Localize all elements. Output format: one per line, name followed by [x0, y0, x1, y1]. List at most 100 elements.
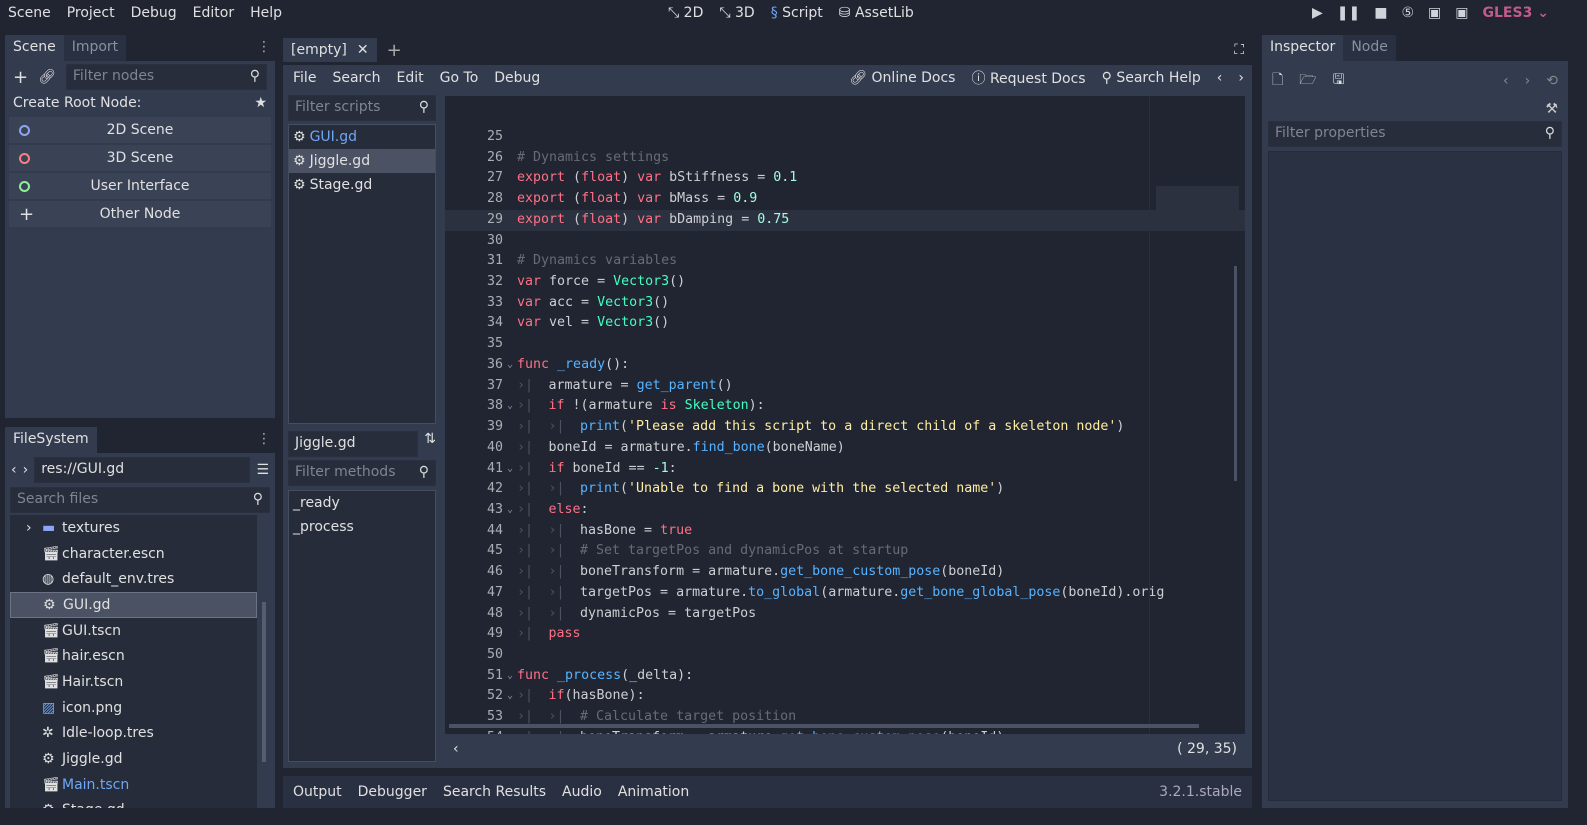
- menu-project[interactable]: Project: [59, 5, 123, 21]
- forward-icon[interactable]: ›: [1525, 73, 1531, 89]
- menu-editor[interactable]: Editor: [185, 5, 242, 21]
- add-tab-icon[interactable]: +: [387, 40, 402, 61]
- search-icon: ⚲: [249, 68, 260, 84]
- filter-nodes-input[interactable]: Filter nodes ⚲: [65, 64, 267, 90]
- script-item[interactable]: ⚙ Jiggle.gd: [289, 149, 435, 173]
- file-item[interactable]: 🎬︎ Hair.tscn: [10, 669, 257, 695]
- tab-filesystem[interactable]: FileSystem: [5, 427, 97, 453]
- create-root-button[interactable]: 3D Scene: [9, 145, 271, 171]
- file-item[interactable]: 🎬︎ character.escn: [10, 541, 257, 567]
- new-resource-icon[interactable]: 🗋︎: [1272, 69, 1283, 93]
- minimap[interactable]: [1149, 96, 1245, 734]
- scrollbar[interactable]: [262, 602, 266, 762]
- forward-icon[interactable]: ›: [23, 462, 29, 478]
- file-item[interactable]: ▨ icon.png: [10, 695, 257, 721]
- play-scene-icon[interactable]: ▣: [1428, 5, 1441, 21]
- tab-indent-icon: ›|: [517, 605, 534, 621]
- back-icon[interactable]: ‹: [1503, 73, 1509, 89]
- tab-debugger[interactable]: Debugger: [358, 784, 427, 800]
- play-custom-scene-icon[interactable]: ▣: [1455, 5, 1468, 21]
- add-node-icon[interactable]: +: [13, 67, 28, 88]
- tab-node[interactable]: Node: [1343, 35, 1396, 61]
- split-view-icon[interactable]: ☰: [256, 462, 269, 478]
- tab-animation[interactable]: Animation: [618, 784, 689, 800]
- prev-script-icon[interactable]: ‹: [1209, 70, 1231, 86]
- create-root-button[interactable]: 2D Scene: [9, 117, 271, 143]
- menu-goto[interactable]: Go To: [432, 70, 487, 86]
- tools-icon[interactable]: ⚒: [1262, 101, 1568, 121]
- pause-icon[interactable]: ❚❚: [1337, 5, 1360, 21]
- create-root-button[interactable]: + Other Node: [9, 201, 271, 227]
- path-field[interactable]: res://GUI.gd: [34, 457, 251, 483]
- tab-scene[interactable]: Scene: [5, 35, 64, 61]
- tab-audio[interactable]: Audio: [562, 784, 602, 800]
- menu-search[interactable]: Search: [324, 70, 388, 86]
- fold-gutter: [503, 541, 517, 562]
- code-token: ): [1116, 419, 1125, 435]
- file-item[interactable]: ⚙ GUI.gd: [10, 592, 257, 618]
- sort-icon[interactable]: ⇅: [424, 431, 436, 457]
- fold-gutter: [503, 231, 517, 252]
- line-number: 42: [486, 481, 503, 497]
- tab-import[interactable]: Import: [63, 35, 127, 61]
- fold-arrow-icon: ⌄: [506, 462, 514, 474]
- tab-output[interactable]: Output: [293, 784, 342, 800]
- filter-scripts-input[interactable]: Filter scripts ⚲: [288, 95, 436, 121]
- file-item[interactable]: 🎬︎ hair.escn: [10, 643, 257, 669]
- method-item[interactable]: _process: [289, 515, 435, 539]
- open-folder-icon[interactable]: 🗁︎: [1299, 69, 1316, 93]
- search-files-input[interactable]: Search files ⚲: [10, 487, 270, 513]
- online-docs-link[interactable]: 🔗︎ Online Docs: [841, 70, 963, 86]
- filter-properties-input[interactable]: Filter properties ⚲: [1268, 121, 1562, 147]
- line-number: 49: [486, 626, 503, 642]
- link-icon[interactable]: 🔗︎: [38, 69, 56, 85]
- stop-icon[interactable]: ■: [1374, 5, 1387, 21]
- next-script-icon[interactable]: ›: [1230, 70, 1252, 86]
- code-text: ›| boneId = armature.find_bone(boneName): [517, 438, 845, 459]
- mode-script[interactable]: § Script: [771, 5, 823, 21]
- history-icon[interactable]: ⟲: [1546, 73, 1558, 89]
- filter-methods-input[interactable]: Filter methods ⚲: [288, 460, 436, 486]
- create-root-button[interactable]: User Interface: [9, 173, 271, 199]
- mode-3d[interactable]: ⤡ 3D: [719, 5, 754, 21]
- favorite-star-icon[interactable]: ★: [254, 95, 267, 111]
- menu-dots-icon[interactable]: ⋮: [253, 35, 275, 61]
- tab-inspector[interactable]: Inspector: [1262, 35, 1344, 61]
- file-item[interactable]: 🎬︎ Main.tscn: [10, 772, 257, 798]
- menu-file[interactable]: File: [285, 70, 324, 86]
- vertical-scrollbar[interactable]: [1234, 266, 1237, 481]
- file-item[interactable]: › ▬ textures: [10, 515, 257, 541]
- code-token: ): [621, 170, 638, 186]
- horizontal-scrollbar[interactable]: [449, 724, 1199, 728]
- renderer-select[interactable]: GLES3 ⌄: [1483, 5, 1549, 21]
- scene-tab-empty[interactable]: [empty] ✕: [283, 38, 377, 62]
- request-docs-link[interactable]: ⓘ Request Docs: [963, 68, 1093, 88]
- play-icon[interactable]: ▶: [1312, 5, 1323, 21]
- file-item[interactable]: ⚙ Jiggle.gd: [10, 746, 257, 772]
- method-item[interactable]: _ready: [289, 491, 435, 515]
- code-editor[interactable]: 25 26 # Dynamics settings 27 export (float) …: [445, 96, 1245, 734]
- file-item[interactable]: 🎬︎ GUI.tscn: [10, 618, 257, 644]
- collapse-icon[interactable]: ‹: [453, 741, 459, 757]
- script-item[interactable]: ⚙ GUI.gd: [289, 125, 435, 149]
- menu-dots-icon[interactable]: ⋮: [253, 427, 275, 453]
- back-icon[interactable]: ‹: [11, 462, 17, 478]
- menu-debug[interactable]: Debug: [123, 5, 185, 21]
- search-help-link[interactable]: ⚲ Search Help: [1094, 70, 1209, 86]
- mode-assetlib[interactable]: ⛁ AssetLib: [839, 5, 914, 21]
- menu-edit[interactable]: Edit: [389, 70, 432, 86]
- script-item[interactable]: ⚙ Stage.gd: [289, 173, 435, 197]
- menu-scene[interactable]: Scene: [0, 5, 59, 21]
- close-icon[interactable]: ✕: [357, 42, 369, 58]
- fullscreen-icon[interactable]: ⛶: [1234, 42, 1244, 58]
- file-item[interactable]: ◍ default_env.tres: [10, 566, 257, 592]
- expand-arrow-icon[interactable]: ›: [26, 520, 36, 536]
- tab-search-results[interactable]: Search Results: [443, 784, 546, 800]
- menu-help[interactable]: Help: [242, 5, 290, 21]
- html5-icon[interactable]: ⑤: [1401, 5, 1414, 21]
- mode-2d[interactable]: ⤡ 2D: [668, 5, 703, 21]
- menu-debug[interactable]: Debug: [486, 70, 548, 86]
- save-icon[interactable]: 🖫︎: [1333, 69, 1345, 93]
- file-item[interactable]: ⚙ Stage.gd: [10, 798, 257, 808]
- file-item[interactable]: ✲ Idle-loop.tres: [10, 721, 257, 747]
